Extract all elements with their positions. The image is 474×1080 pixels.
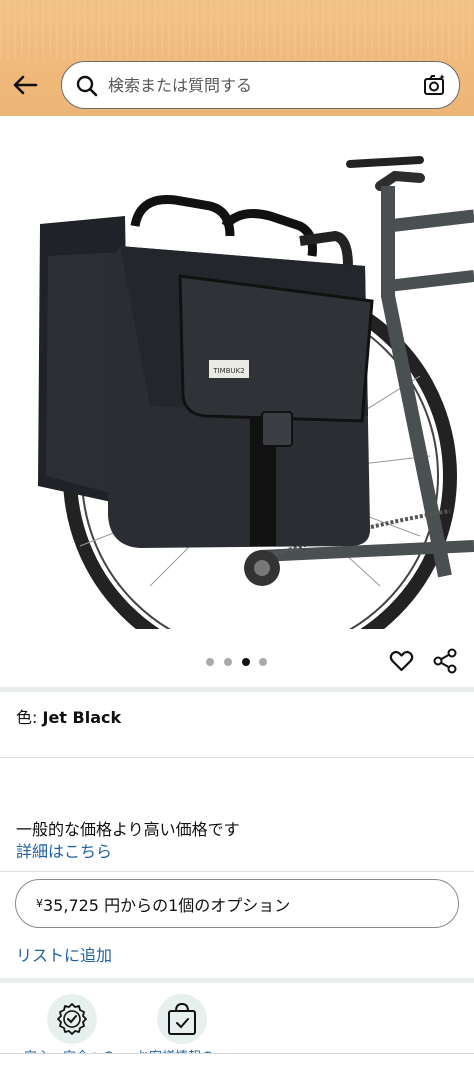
top-bar (0, 0, 474, 116)
arrow-left-icon (13, 75, 38, 95)
color-value: Jet Black (42, 708, 122, 727)
price-details-link[interactable]: 詳細はこちら (16, 838, 112, 862)
search-input[interactable] (108, 72, 408, 98)
image-dot-4[interactable] (259, 658, 267, 666)
currency-symbol: ¥ (36, 897, 43, 910)
heart-icon[interactable] (389, 649, 414, 673)
search-icon (76, 75, 98, 97)
camera-icon[interactable] (423, 73, 447, 97)
search-bar[interactable] (61, 61, 460, 109)
status-bar-area (0, 0, 474, 60)
bottom-navigation-bar (0, 1053, 474, 1080)
image-dot-2[interactable] (224, 658, 232, 666)
back-button[interactable] (8, 68, 42, 102)
section-divider (0, 687, 474, 692)
product-image[interactable]: TIMBUK2 (0, 116, 474, 629)
bag-brand-label: TIMBUK2 (212, 367, 244, 375)
share-icon[interactable] (432, 648, 458, 674)
product-photo: TIMBUK2 (0, 116, 474, 629)
options-label: 35,725 円からの1個のオプション (43, 895, 291, 915)
color-label: 色: (16, 708, 38, 727)
add-to-list-link[interactable]: リストに追加 (16, 942, 112, 966)
safety-badge[interactable] (47, 994, 97, 1044)
color-selection[interactable]: 色: Jet Black (16, 704, 121, 728)
image-dot-1[interactable] (206, 658, 214, 666)
image-dot-3-active[interactable] (242, 658, 250, 666)
section-divider (0, 757, 474, 758)
price-notice: 一般的な価格より高い価格です (16, 820, 240, 839)
shield-check-icon (57, 1003, 87, 1035)
section-divider (0, 978, 474, 983)
see-options-button[interactable]: ¥ 35,725 円からの1個のオプション (15, 879, 459, 928)
section-divider (0, 871, 474, 872)
shopping-bag-check-icon (168, 1002, 196, 1035)
privacy-badge[interactable] (157, 994, 207, 1044)
